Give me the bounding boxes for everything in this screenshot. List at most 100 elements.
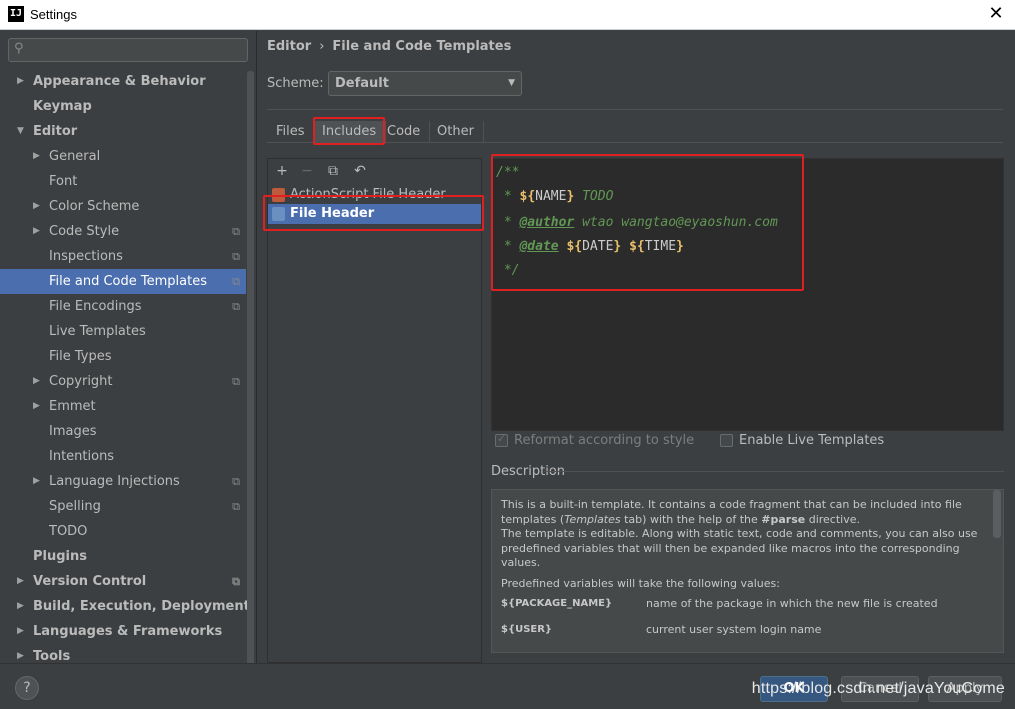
sidebar-item-intentions[interactable]: Intentions [0, 444, 246, 469]
description-box: This is a built-in template. It contains… [491, 489, 1004, 653]
live-templates-label: Enable Live Templates [739, 433, 885, 448]
template-toolbar: + − ⧉ ↶ [268, 159, 481, 183]
settings-sidebar: ⚲ ▶ Appearance & Behavior Keymap ▼ Editor ▶ Ge… [0, 31, 257, 666]
sidebar-item-file-and-code-templates[interactable]: File and Code Templates ⧉ [0, 269, 246, 294]
sidebar-item-languages-frameworks[interactable]: ▶ Languages & Frameworks [0, 619, 246, 644]
project-settings-icon: ⧉ [232, 575, 240, 588]
copy-icon[interactable]: ⧉ [324, 162, 342, 180]
chevron-right-icon[interactable]: ▶ [33, 369, 40, 394]
sidebar-item-code-style[interactable]: ▶ Code Style ⧉ [0, 219, 246, 244]
scheme-label: Scheme: [267, 76, 324, 91]
project-settings-icon: ⧉ [232, 250, 240, 263]
sidebar-item-color-scheme[interactable]: ▶ Color Scheme [0, 194, 246, 219]
sidebar-item-label: Intentions [49, 449, 115, 464]
breadcrumb-separator: › [319, 39, 325, 54]
sidebar-item-spelling[interactable]: Spelling ⧉ [0, 494, 246, 519]
sidebar-item-label: Images [49, 424, 97, 439]
variable-name: ${PACKAGE_NAME} [501, 598, 613, 609]
project-settings-icon: ⧉ [232, 475, 240, 488]
breadcrumb-current: File and Code Templates [332, 39, 512, 54]
search-input[interactable]: ⚲ [8, 38, 248, 62]
highlight-includes-tab [313, 117, 385, 145]
sidebar-item-images[interactable]: Images [0, 419, 246, 444]
sidebar-item-live-templates[interactable]: Live Templates [0, 319, 246, 344]
chevron-right-icon[interactable]: ▶ [17, 69, 24, 94]
sidebar-item-label: Language Injections [49, 474, 180, 489]
project-settings-icon: ⧉ [232, 225, 240, 238]
tab-code[interactable]: Code [378, 121, 431, 143]
sidebar-item-inspections[interactable]: Inspections ⧉ [0, 244, 246, 269]
intellij-icon: IJ [8, 6, 24, 22]
sidebar-item-language-injections[interactable]: ▶ Language Injections ⧉ [0, 469, 246, 494]
sidebar-item-label: Inspections [49, 249, 123, 264]
sidebar-item-editor[interactable]: ▼ Editor [0, 119, 246, 144]
sidebar-item-label: Live Templates [49, 324, 146, 339]
chevron-right-icon[interactable]: ▶ [33, 144, 40, 169]
sidebar-item-copyright[interactable]: ▶ Copyright ⧉ [0, 369, 246, 394]
tab-files[interactable]: Files [267, 121, 315, 143]
sidebar-item-label: Version Control [33, 574, 147, 589]
sidebar-item-plugins[interactable]: Plugins [0, 544, 246, 569]
sidebar-scrollbar[interactable] [247, 71, 254, 666]
sidebar-item-label: Keymap [33, 99, 92, 114]
live-templates-checkbox[interactable] [720, 434, 733, 447]
sidebar-item-label: Spelling [49, 499, 101, 514]
desc-text: directive. [805, 512, 860, 526]
variable-row: ${PACKAGE_NAME} name of the package in w… [501, 597, 993, 623]
highlight-file-header [263, 195, 484, 231]
sidebar-item-label: Copyright [49, 374, 113, 389]
chevron-right-icon[interactable]: ▶ [33, 219, 40, 244]
sidebar-item-file-encodings[interactable]: File Encodings ⧉ [0, 294, 246, 319]
chevron-right-icon[interactable]: ▶ [33, 394, 40, 419]
description-scrollbar[interactable] [993, 490, 1001, 538]
close-icon[interactable]: ✕ [985, 3, 1007, 25]
settings-tree: ▶ Appearance & Behavior Keymap ▼ Editor ▶ Gene… [0, 69, 250, 669]
tab-other[interactable]: Other [428, 121, 484, 143]
watermark-text: https://blog.csdn.net/javaYouCome [751, 680, 1005, 697]
sidebar-item-appearance-behavior[interactable]: ▶ Appearance & Behavior [0, 69, 246, 94]
chevron-right-icon[interactable]: ▶ [33, 469, 40, 494]
highlight-code [491, 154, 804, 291]
dialog-footer: ? OK Cancel Apply https://blog.csdn.net/… [0, 663, 1015, 709]
sidebar-item-version-control[interactable]: ▶ Version Control ⧉ [0, 569, 246, 594]
breadcrumb-parent: Editor [267, 39, 312, 54]
sidebar-item-label: File and Code Templates [49, 274, 207, 289]
sidebar-item-todo[interactable]: TODO [0, 519, 246, 544]
description-para-1: This is a built-in template. It contains… [501, 498, 993, 571]
sidebar-item-build-execution-deployment[interactable]: ▶ Build, Execution, Deployment [0, 594, 250, 619]
scheme-value: Default [335, 76, 389, 91]
help-icon[interactable]: ? [15, 676, 39, 700]
chevron-right-icon[interactable]: ▶ [33, 194, 40, 219]
project-settings-icon: ⧉ [232, 300, 240, 313]
sidebar-item-label: Plugins [33, 549, 87, 564]
chevron-down-icon[interactable]: ▼ [17, 119, 24, 144]
description-para-3: Predefined variables will take the follo… [501, 576, 780, 590]
project-settings-icon: ⧉ [232, 275, 240, 288]
sidebar-item-font[interactable]: Font [0, 169, 246, 194]
chevron-right-icon[interactable]: ▶ [17, 619, 24, 644]
scheme-dropdown[interactable]: Default ▼ [328, 71, 522, 96]
variable-desc: current user system login name [646, 623, 822, 636]
sidebar-item-general[interactable]: ▶ General [0, 144, 246, 169]
chevron-down-icon: ▼ [508, 78, 515, 88]
chevron-right-icon[interactable]: ▶ [17, 594, 24, 619]
reformat-checkbox[interactable] [495, 432, 508, 447]
main-panel: Editor › File and Code Templates Scheme: D… [258, 31, 1015, 663]
divider [544, 471, 1004, 472]
template-list-panel: + − ⧉ ↶ ActionScript File Header File He… [267, 158, 482, 663]
sidebar-item-emmet[interactable]: ▶ Emmet [0, 394, 246, 419]
sidebar-item-keymap[interactable]: Keymap [0, 94, 246, 119]
add-icon[interactable]: + [273, 162, 291, 180]
sidebar-item-label: Editor [33, 124, 78, 139]
sidebar-item-label: File Encodings [49, 299, 142, 314]
description-para-2: The template is editable. Along with sta… [501, 527, 978, 569]
sidebar-item-label: Color Scheme [49, 199, 140, 214]
remove-icon[interactable]: − [298, 162, 316, 180]
sidebar-item-label: Build, Execution, Deployment [33, 599, 250, 614]
chevron-right-icon[interactable]: ▶ [17, 569, 24, 594]
reset-icon[interactable]: ↶ [351, 162, 369, 180]
breadcrumb: Editor › File and Code Templates [267, 39, 511, 54]
sidebar-item-file-types[interactable]: File Types [0, 344, 246, 369]
divider [267, 109, 1003, 110]
variable-desc: name of the package in which the new fil… [646, 597, 938, 610]
